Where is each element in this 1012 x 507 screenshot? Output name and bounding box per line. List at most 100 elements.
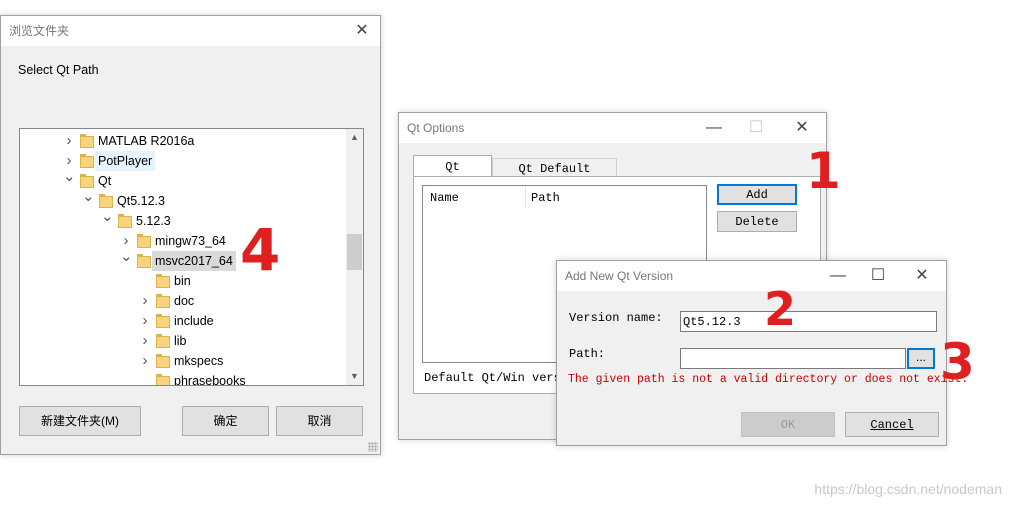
tree-item[interactable]: › MATLAB R2016a [20,131,346,151]
chevron-down-icon[interactable]: ⌄ [120,247,133,267]
tree-item[interactable]: › doc [20,291,346,311]
column-header-name[interactable]: Name [423,186,526,208]
add-button[interactable]: Add [717,184,797,205]
minimize-icon[interactable]: — [822,261,854,291]
tree-item-label: bin [174,274,191,288]
scroll-thumb[interactable] [347,234,362,270]
tree-item[interactable]: › mkspecs [20,351,346,371]
close-icon[interactable]: ✕ [906,261,938,291]
add-label: Add [746,188,768,202]
chevron-right-icon[interactable]: › [63,131,75,151]
cancel-label: 取消 [307,414,332,428]
tree-item-label: lib [174,334,187,348]
scroll-down-icon[interactable]: ▼ [346,368,363,385]
title-bar[interactable]: 浏览文件夹 ✕ [1,16,380,46]
dialog-title: Add New Qt Version [565,269,674,283]
tree-item-label: mingw73_64 [155,234,226,248]
path-error-text: The given path is not a valid directory … [568,373,969,386]
chevron-right-icon[interactable]: › [139,351,151,371]
chevron-down-icon[interactable]: ⌄ [63,167,76,187]
close-icon[interactable]: ✕ [346,16,378,46]
tree-item-label: Qt5.12.3 [117,194,165,208]
folder-icon [156,334,170,348]
tree-item[interactable]: ⌄ Qt5.12.3 [20,188,346,211]
chevron-down-icon[interactable]: ⌄ [82,187,95,207]
tree-item[interactable]: › mingw73_64 [20,231,346,251]
minimize-icon[interactable]: — [698,113,730,143]
folder-icon [137,254,151,268]
dialog-title: 浏览文件夹 [9,24,70,38]
annotation-3: 3 [940,333,975,391]
folder-icon [80,154,94,168]
version-name-input[interactable]: Qt5.12.3 [680,311,937,332]
new-folder-button[interactable]: 新建文件夹(M) [19,406,141,436]
cancel-button[interactable]: 取消 [276,406,363,436]
folder-icon [118,214,132,228]
tree-item[interactable]: phrasebooks [20,371,346,385]
tree-item-label: phrasebooks [174,374,246,385]
version-name-value: Qt5.12.3 [683,315,741,329]
dialog-prompt: Select Qt Path [18,63,99,77]
ok-label: 确定 [213,414,238,428]
ok-button[interactable]: 确定 [182,406,269,436]
annotation-1: 1 [806,142,841,200]
folder-icon [99,194,113,208]
tab-qt-versions[interactable]: Qt Versions [413,155,492,195]
folder-icon [156,314,170,328]
title-bar[interactable]: Add New Qt Version — ☐ ✕ [557,261,946,291]
folder-icon [156,274,170,288]
tree-item[interactable]: ⌄ 5.12.3 [20,208,346,231]
tree-item-label: mkspecs [174,354,224,368]
ok-label: OK [780,418,796,432]
chevron-right-icon[interactable]: › [139,311,151,331]
browse-label: ... [915,350,926,364]
version-name-label: Version name: [569,311,663,325]
resize-grip-icon[interactable] [368,442,378,452]
folder-tree[interactable]: › MATLAB R2016a › PotPlayer ⌄ Qt ⌄ Qt5.12.3 ⌄ 5.1… [19,128,364,386]
annotation-4: 4 [240,216,281,284]
add-qt-version-dialog: Add New Qt Version — ☐ ✕ Version name: Q… [556,260,968,446]
cancel-label: Cancel [870,418,914,432]
tree-item-label: include [174,314,214,328]
tree-item-label: msvc2017_64 [152,251,236,271]
tree-item-label: doc [174,294,195,308]
tree-scrollbar[interactable]: ▲ ▼ [346,129,363,385]
folder-icon [156,294,170,308]
tree-item[interactable]: › lib [20,331,346,351]
tree-item-label: Qt [98,174,112,188]
maximize-icon[interactable]: ☐ [740,113,772,143]
tree-item[interactable]: bin [20,271,346,291]
scroll-up-icon[interactable]: ▲ [346,129,363,146]
annotation-2: 2 [764,282,797,336]
folder-icon [156,374,170,385]
title-bar[interactable]: Qt Options — ☐ ✕ [399,113,826,143]
new-folder-label: 新建文件夹(M) [41,414,119,428]
chevron-right-icon[interactable]: › [139,331,151,351]
tree-item[interactable]: ⌄ Qt [20,168,346,191]
tree-item-label: MATLAB R2016a [98,134,195,148]
watermark: https://blog.csdn.net/nodeman [814,481,1002,497]
delete-button[interactable]: Delete [717,211,797,232]
delete-label: Delete [735,215,779,229]
close-icon[interactable]: ✕ [786,113,818,143]
dialog-title: Qt Options [407,121,465,135]
column-name-label: Name [430,191,459,205]
folder-icon [80,174,94,188]
tab-default-settings[interactable]: Qt Default Settings [492,158,617,195]
maximize-icon[interactable]: ☐ [862,261,894,291]
tree-rows: › MATLAB R2016a › PotPlayer ⌄ Qt ⌄ Qt5.12.3 ⌄ 5.1… [20,129,346,385]
folder-icon [80,134,94,148]
cancel-button[interactable]: Cancel [845,412,939,437]
chevron-right-icon[interactable]: › [139,291,151,311]
browse-folder-dialog: 浏览文件夹 ✕ Select Qt Path › MATLAB R2016a › Po… [0,15,381,455]
column-header-path[interactable]: Path [526,186,706,208]
tree-item-label: 5.12.3 [136,214,171,228]
ok-button[interactable]: OK [741,412,835,437]
tree-item[interactable]: › include [20,311,346,331]
column-path-label: Path [531,191,560,205]
path-input[interactable] [680,348,906,369]
browse-button[interactable]: ... [907,348,935,369]
path-label: Path: [569,347,606,361]
chevron-down-icon[interactable]: ⌄ [101,207,114,227]
tree-item[interactable]: ⌄ msvc2017_64 [20,248,346,271]
